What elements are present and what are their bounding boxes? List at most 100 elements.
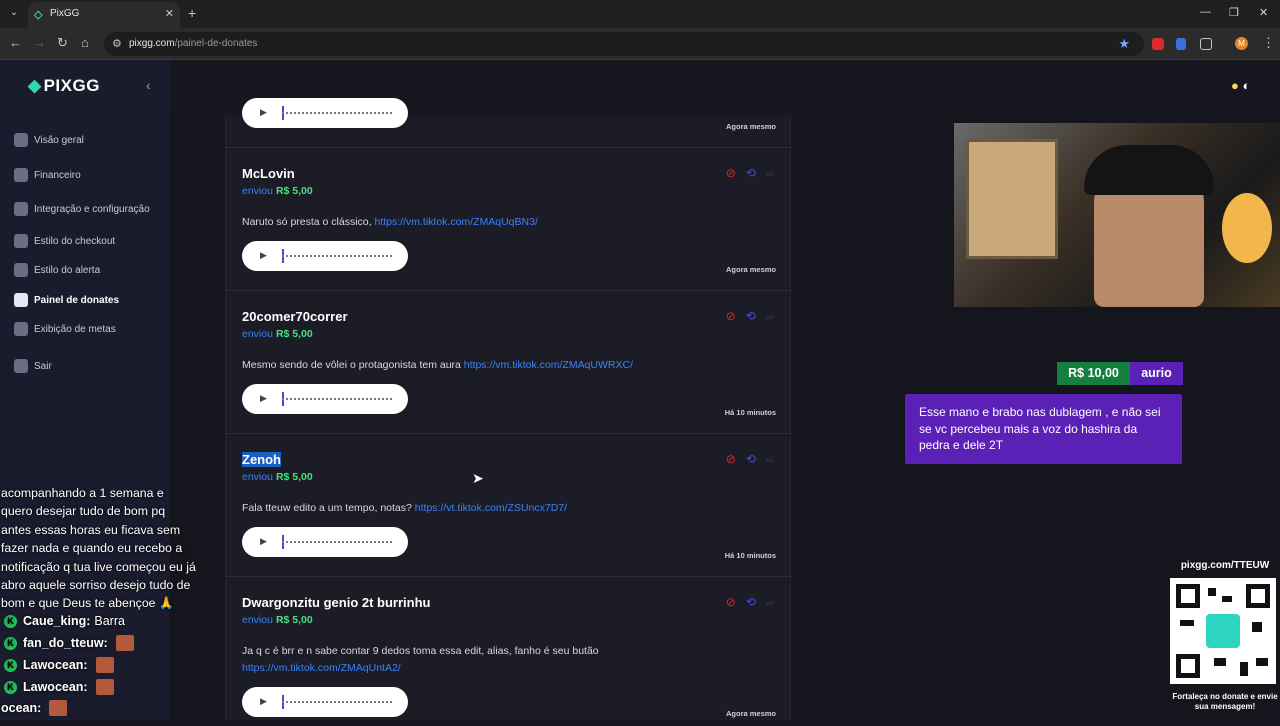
chat-line: K Caue_king: Barra xyxy=(4,611,125,631)
donation-amount-line: enviou R$ 5,00 xyxy=(242,471,313,483)
reload-icon[interactable]: ↻ xyxy=(57,36,68,50)
replay-icon[interactable]: ⟲ xyxy=(746,452,756,466)
tab-close-icon[interactable]: ✕ xyxy=(165,7,174,20)
donation-link[interactable]: https://vt.tiktok.com/ZSUncx7D7/ xyxy=(415,502,567,514)
extension-icon[interactable] xyxy=(1176,38,1186,50)
audio-player[interactable]: ▶ xyxy=(242,527,408,557)
donation-link[interactable]: https://vm.tiktok.com/ZMAqUntA2/ xyxy=(242,662,401,674)
collapse-sidebar-icon[interactable]: ‹ xyxy=(146,77,151,93)
audio-player[interactable]: ▶ xyxy=(242,241,408,271)
chat-line: Kfan_do_tteuw: xyxy=(4,633,134,653)
sidebar-item-estilo-checkout[interactable]: Estilo do checkout xyxy=(14,231,115,251)
donation-card: Dwargonzitu genio 2t burrinhu enviou R$ 5… xyxy=(226,576,792,726)
webcam-feed xyxy=(954,123,1280,307)
donation-link[interactable]: https://vm.tiktok.com/ZMAqUqBN3/ xyxy=(374,216,537,228)
browser-menu-icon[interactable]: ⋮ xyxy=(1262,36,1275,50)
minimize-icon[interactable]: — xyxy=(1200,6,1211,18)
bell-icon xyxy=(14,263,28,277)
new-tab-icon[interactable]: + xyxy=(188,5,196,21)
donation-link[interactable]: https://vm.tiktok.com/ZMAqUWRXC/ xyxy=(464,359,633,371)
emote-icon xyxy=(49,700,68,716)
play-icon[interactable]: ▶ xyxy=(260,696,267,707)
block-icon[interactable]: ⊘ xyxy=(726,595,736,609)
donation-card: Zenoh enviou R$ 5,00 ⊘ ⟲ ⏭ Fala tteuw edito… xyxy=(226,433,792,576)
browser-tab[interactable]: ◇ PixGG ✕ xyxy=(28,2,180,28)
donation-amount-line: enviou R$ 5,00 xyxy=(242,185,313,197)
donation-time: Há 10 minutos xyxy=(724,408,776,417)
audio-waveform[interactable] xyxy=(282,701,392,703)
donation-card: McLovin enviou R$ 5,00 ⊘ ⟲ ⏭ Naruto só pres… xyxy=(226,147,792,290)
donor-name: 20comer70correr xyxy=(242,309,348,324)
tab-title: PixGG xyxy=(50,8,80,19)
audio-waveform[interactable] xyxy=(282,541,392,543)
chat-message: acompanhando a 1 semana e quero desejar … xyxy=(1,486,196,611)
audio-player[interactable]: ▶ xyxy=(242,687,408,717)
qr-code xyxy=(1170,578,1276,684)
play-icon[interactable]: ▶ xyxy=(260,107,267,118)
audio-player[interactable]: ▶ xyxy=(242,98,408,128)
alert-message: Esse mano e brabo nas dublagem , e não s… xyxy=(905,394,1182,464)
block-icon[interactable]: ⊘ xyxy=(726,452,736,466)
play-icon[interactable]: ▶ xyxy=(260,393,267,404)
forward-icon[interactable]: → xyxy=(33,36,46,50)
donations-list: ▶ Agora mesmo McLovin enviou R$ 5,00 ⊘ ⟲ ⏭ … xyxy=(225,98,792,720)
play-icon[interactable]: ▶ xyxy=(260,250,267,261)
audio-player[interactable]: ▶ xyxy=(242,384,408,414)
kick-badge-icon: K xyxy=(4,680,17,694)
play-icon[interactable]: ▶ xyxy=(260,536,267,547)
alert-amount: R$ 10,00 xyxy=(1057,362,1130,385)
restore-icon[interactable]: ❐ xyxy=(1229,6,1239,19)
extensions-puzzle-icon[interactable] xyxy=(1200,38,1212,50)
extension-icon[interactable] xyxy=(1152,38,1164,50)
replay-icon[interactable]: ⟲ xyxy=(746,166,756,180)
audio-waveform[interactable] xyxy=(282,398,392,400)
audio-waveform[interactable] xyxy=(282,255,392,257)
alert-user: aurio xyxy=(1130,362,1183,385)
donation-card: ▶ Agora mesmo xyxy=(226,0,792,143)
donor-name: McLovin xyxy=(242,166,295,181)
sidebar-item-painel-donates[interactable]: Painel de donates xyxy=(14,290,119,310)
donation-time: Agora mesmo xyxy=(725,122,776,131)
kick-badge-icon: K xyxy=(4,658,17,672)
pixgg-logo[interactable]: ◆ PIXGG xyxy=(28,76,100,96)
sidebar-item-sair[interactable]: Sair xyxy=(14,356,52,376)
skip-icon[interactable]: ⏭ xyxy=(766,312,774,322)
kick-badge-icon: K xyxy=(4,636,17,650)
block-icon[interactable]: ⊘ xyxy=(726,166,736,180)
home-icon[interactable]: ⌂ xyxy=(81,36,89,50)
sidebar-item-visao-geral[interactable]: Visão geral xyxy=(14,130,84,150)
site-info-icon[interactable]: ⚙ xyxy=(112,37,122,50)
emote-icon xyxy=(95,679,114,695)
skip-icon[interactable]: ⏭ xyxy=(766,455,774,465)
close-window-icon[interactable]: ✕ xyxy=(1259,6,1268,19)
chat-line: ocean: xyxy=(1,698,68,718)
donation-actions: ⊘ ⟲ ⏭ xyxy=(726,309,774,323)
donation-time: Há 10 minutos xyxy=(724,551,776,560)
donation-card: 20comer70correr enviou R$ 5,00 ⊘ ⟲ ⏭ Mesmo … xyxy=(226,290,792,433)
tab-search-chevron-icon[interactable]: ⌄ xyxy=(6,5,22,21)
pixgg-favicon-icon: ◇ xyxy=(34,9,43,21)
donation-message: Fala tteuw edito a um tempo, notas? http… xyxy=(242,502,568,514)
skip-icon[interactable]: ⏭ xyxy=(766,169,774,179)
chat-line: K Lawocean: xyxy=(4,677,114,697)
theme-toggle[interactable]: ● ◐ xyxy=(1231,78,1250,93)
profile-avatar[interactable]: M xyxy=(1235,37,1248,50)
back-icon[interactable]: ← xyxy=(9,36,22,50)
replay-icon[interactable]: ⟲ xyxy=(746,309,756,323)
donation-time: Agora mesmo xyxy=(725,265,776,274)
donation-amount-line: enviou R$ 5,00 xyxy=(242,614,313,626)
bookmark-star-icon[interactable]: ★ xyxy=(1118,36,1130,52)
audio-waveform[interactable] xyxy=(282,112,392,114)
sidebar-item-estilo-alerta[interactable]: Estilo do alerta xyxy=(14,260,100,280)
skip-icon[interactable]: ⏭ xyxy=(766,598,774,608)
block-icon[interactable]: ⊘ xyxy=(726,309,736,323)
donation-time: Agora mesmo xyxy=(725,709,776,718)
sidebar-item-exibicao-metas[interactable]: Exibição de metas xyxy=(14,319,116,339)
donor-name: Dwargonzitu genio 2t burrinhu xyxy=(242,595,431,610)
sidebar-item-integracao[interactable]: Integração e configuração xyxy=(14,199,150,219)
palette-icon xyxy=(14,234,28,248)
sidebar-item-financeiro[interactable]: Financeiro xyxy=(14,165,81,185)
wallet-icon xyxy=(14,168,28,182)
replay-icon[interactable]: ⟲ xyxy=(746,595,756,609)
emote-icon xyxy=(95,657,114,673)
